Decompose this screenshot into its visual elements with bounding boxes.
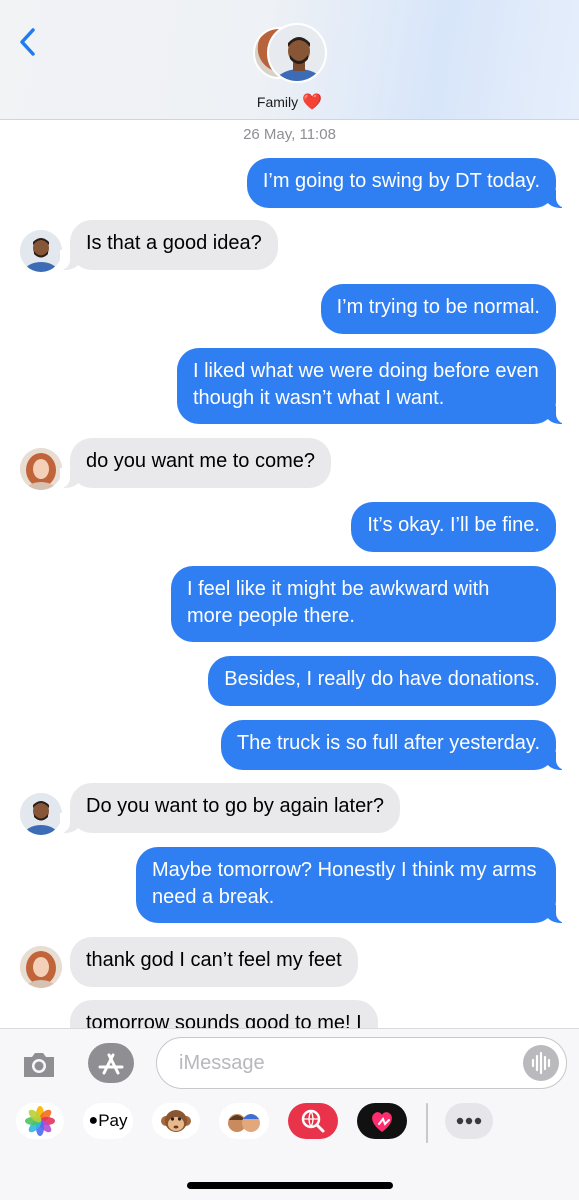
- app-drawer: ● Pay: [0, 1103, 579, 1153]
- memoji-stickers-app-button[interactable]: [219, 1103, 269, 1139]
- apple-pay-app-button[interactable]: ● Pay: [83, 1103, 133, 1139]
- message-bubble-sent[interactable]: It’s okay. I’ll be fine.: [351, 502, 556, 552]
- animoji-app-button[interactable]: [152, 1103, 200, 1139]
- audio-message-button[interactable]: [523, 1045, 559, 1081]
- search-globe-icon: [301, 1109, 325, 1133]
- app-store-button[interactable]: [88, 1043, 134, 1083]
- avatar[interactable]: [20, 448, 62, 490]
- chevron-left-icon: [20, 28, 35, 56]
- app-store-icon: [98, 1053, 124, 1075]
- camera-icon: [24, 1053, 54, 1077]
- message-bubble-sent[interactable]: Maybe tomorrow? Honestly I think my arms…: [136, 847, 566, 923]
- apple-pay-label: Pay: [98, 1111, 128, 1130]
- message-bubble-received[interactable]: Is that a good idea?: [60, 220, 278, 270]
- more-apps-button[interactable]: [445, 1103, 493, 1139]
- avatar: [267, 23, 327, 83]
- message-bubble-sent[interactable]: I liked what we were doing before even t…: [177, 348, 566, 424]
- memoji-stickers-icon: [228, 1114, 260, 1132]
- avatar[interactable]: [20, 793, 62, 835]
- heart-icon: ❤️: [302, 94, 323, 111]
- avatar[interactable]: [20, 946, 62, 988]
- message-bubble-sent[interactable]: The truck is so full after yesterday.: [220, 720, 567, 770]
- message-input[interactable]: [156, 1037, 567, 1089]
- message-bubble-received[interactable]: Do you want to go by again later?: [60, 783, 400, 833]
- photos-app-icon: [25, 1106, 55, 1136]
- digital-touch-app-button[interactable]: [357, 1103, 407, 1139]
- home-indicator[interactable]: [187, 1182, 393, 1189]
- camera-button[interactable]: [20, 1045, 58, 1083]
- photos-app-button[interactable]: [16, 1103, 64, 1139]
- message-bubble-sent[interactable]: I’m trying to be normal.: [320, 284, 556, 334]
- more-icon: [456, 1117, 482, 1125]
- apple-icon: ●: [88, 1112, 99, 1129]
- message-bubble-sent[interactable]: I feel like it might be awkward with mor…: [171, 566, 556, 642]
- heart-touch-icon: [372, 1112, 392, 1132]
- message-bubble-sent[interactable]: I’m going to swing by DT today.: [246, 158, 567, 208]
- waveform-icon: [531, 1051, 551, 1075]
- conversation-header: Family ❤️: [0, 0, 579, 120]
- group-name-text: Family: [256, 94, 299, 110]
- message-timestamp: 26 May, 11:08: [243, 126, 336, 143]
- app-drawer-divider: [426, 1103, 428, 1143]
- message-bubble-sent[interactable]: Besides, I really do have donations.: [208, 656, 556, 706]
- message-bubble-received[interactable]: thank god I can’t feel my feet: [70, 937, 358, 987]
- group-avatar[interactable]: [253, 23, 329, 83]
- message-bubble-received[interactable]: do you want me to come?: [59, 438, 332, 488]
- back-button[interactable]: [14, 22, 44, 62]
- group-name[interactable]: Family ❤️: [0, 92, 579, 112]
- web-image-search-app-button[interactable]: [288, 1103, 338, 1139]
- avatar[interactable]: [20, 230, 62, 272]
- composer-bar: ●Pay: [0, 1028, 579, 1200]
- monkey-icon: [161, 1110, 191, 1132]
